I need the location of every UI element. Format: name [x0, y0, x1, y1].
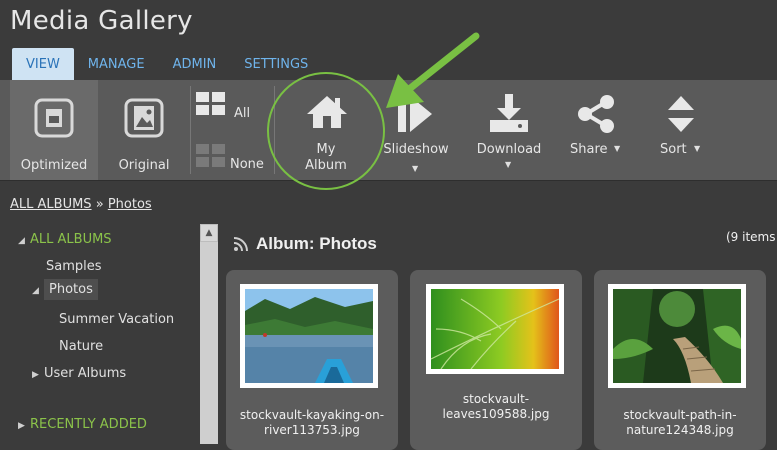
tab-admin[interactable]: ADMIN: [159, 48, 231, 80]
app-title: Media Gallery: [10, 6, 193, 36]
scroll-up-arrow-icon[interactable]: ▲: [200, 224, 218, 242]
share-button[interactable]: Share ▼: [560, 80, 632, 180]
tree-item-nature[interactable]: Nature: [59, 339, 103, 354]
breadcrumb-bar: ALL ALBUMS » Photos: [0, 180, 777, 224]
thumbnail-card[interactable]: stockvault-path-in- nature124348.jpg: [594, 270, 766, 450]
tree-item-photos[interactable]: Photos: [44, 279, 98, 300]
sort-icon: [668, 96, 694, 132]
select-none-label: None: [230, 157, 264, 172]
my-album-button[interactable]: My Album: [280, 80, 372, 180]
original-label: Original: [118, 158, 170, 173]
tree-item-label: User Albums: [44, 366, 127, 381]
tree-item-samples[interactable]: Samples: [46, 259, 102, 274]
select-all-button[interactable]: All: [194, 90, 270, 121]
tab-manage[interactable]: MANAGE: [74, 48, 159, 80]
tree-item-user-albums[interactable]: ▶ User Albums: [32, 366, 126, 381]
thumbnail-frame: [608, 284, 746, 388]
sort-button[interactable]: Sort ▼: [650, 80, 716, 180]
optimized-icon: [34, 98, 74, 138]
thumbnail-frame: [240, 284, 378, 388]
tree-item-all-albums[interactable]: ◢ ALL ALBUMS: [18, 232, 112, 247]
breadcrumb-photos-link[interactable]: Photos: [108, 197, 152, 212]
tree-item-label: RECENTLY ADDED: [30, 417, 147, 432]
thumbnail-caption-line2: river113753.jpg: [264, 423, 360, 437]
thumbnail-caption-line1: stockvault-path-in-: [623, 408, 737, 422]
collapse-triangle-icon[interactable]: ◢: [18, 236, 30, 246]
slideshow-dropdown-icon: ▼: [412, 164, 419, 173]
thumbnail-caption-line2: nature124348.jpg: [626, 423, 734, 437]
home-icon: [307, 96, 347, 128]
share-dropdown-icon: ▼: [614, 144, 621, 153]
thumbnail-frame: [426, 284, 564, 374]
album-title: Album: Photos: [256, 234, 377, 253]
select-none-button[interactable]: None: [194, 142, 270, 172]
ribbon-toolbar: Optimized Original All None My Album Sli…: [0, 80, 777, 180]
tree-item-photos-row[interactable]: ◢ Photos: [32, 279, 98, 300]
breadcrumb-separator: »: [95, 197, 104, 212]
thumbnail-caption-line1: stockvault-: [462, 392, 530, 406]
original-button[interactable]: Original: [100, 80, 188, 180]
expand-triangle-icon[interactable]: ▶: [18, 421, 30, 431]
thumbnail-card[interactable]: stockvault-kayaking-on- river113753.jpg: [226, 270, 398, 450]
kayaking-photo-thumbnail: [245, 289, 373, 383]
ribbon-divider: [190, 86, 191, 174]
slideshow-button[interactable]: Slideshow ▼: [380, 80, 452, 180]
album-tree-sidebar: ◢ ALL ALBUMS Samples ◢ Photos Summer Vacat…: [0, 224, 200, 444]
download-dropdown-icon: ▼: [505, 160, 512, 169]
download-label: Download: [476, 142, 542, 157]
download-icon: [490, 94, 528, 132]
sort-label: Sort: [660, 142, 687, 157]
my-album-label-line2: Album: [305, 158, 347, 173]
leaves-photo-thumbnail: [430, 289, 560, 370]
grid-all-icon: [196, 92, 225, 115]
thumbnail-caption-line1: stockvault-kayaking-on-: [239, 408, 385, 422]
tab-settings[interactable]: SETTINGS: [230, 48, 322, 80]
tree-item-summer-vacation[interactable]: Summer Vacation: [59, 312, 174, 327]
share-icon: [578, 95, 614, 133]
items-count: (9 items: [726, 230, 776, 244]
sort-dropdown-icon: ▼: [694, 144, 701, 153]
select-all-label: All: [234, 106, 251, 121]
ribbon-divider: [274, 86, 275, 174]
breadcrumb: ALL ALBUMS » Photos: [10, 197, 152, 212]
expand-triangle-icon[interactable]: ▶: [32, 370, 44, 380]
sidebar-scrollbar[interactable]: [200, 224, 218, 444]
slideshow-icon: [398, 96, 432, 132]
collapse-triangle-icon[interactable]: ◢: [32, 286, 44, 296]
download-button[interactable]: Download ▼: [468, 80, 550, 180]
grid-none-icon: [196, 144, 225, 167]
tree-item-label: ALL ALBUMS: [30, 232, 112, 247]
forest-path-photo-thumbnail: [613, 289, 741, 383]
optimized-label: Optimized: [20, 158, 88, 173]
title-bar: Media Gallery: [0, 0, 777, 44]
slideshow-label: Slideshow: [383, 142, 449, 157]
thumbnail-caption-line2: leaves109588.jpg: [442, 407, 550, 421]
share-label: Share: [570, 142, 608, 157]
my-album-label-line1: My: [316, 142, 336, 157]
tab-strip: VIEW MANAGE ADMIN SETTINGS: [12, 48, 322, 80]
optimized-button[interactable]: Optimized: [10, 80, 98, 180]
original-icon: [124, 98, 164, 138]
breadcrumb-all-albums-link[interactable]: ALL ALBUMS: [10, 197, 92, 212]
tab-view[interactable]: VIEW: [12, 48, 74, 80]
tree-item-recently-added[interactable]: ▶ RECENTLY ADDED: [18, 417, 147, 432]
rss-icon[interactable]: [233, 236, 249, 252]
thumbnail-card[interactable]: stockvault- leaves109588.jpg: [410, 270, 582, 450]
